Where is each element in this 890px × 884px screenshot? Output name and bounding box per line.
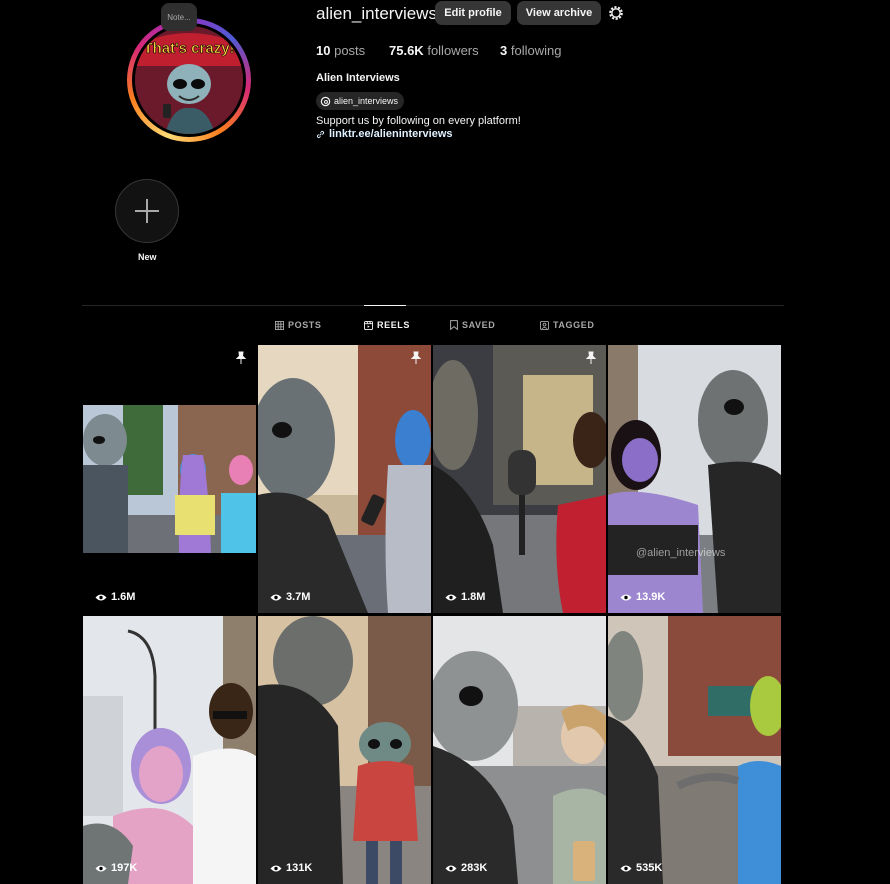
pin-icon [235,351,247,364]
tab-posts-label: POSTS [288,320,322,330]
new-highlight-button[interactable] [115,179,179,243]
eye-icon [445,865,457,871]
view-count: 535K [620,862,662,874]
eye-icon [270,865,282,871]
reel-thumbnail [608,616,781,884]
threads-badge[interactable]: alien_interviews [316,92,405,110]
pin-icon [585,351,597,364]
gear-icon[interactable] [606,3,626,23]
reel-thumbnail [608,345,781,613]
active-tab-indicator [364,305,406,306]
posts-count: 10 [316,43,331,58]
eye-icon [270,594,282,600]
following-stat[interactable]: 3 following [500,43,561,58]
reel-thumbnail [433,345,606,613]
view-count-value: 131K [286,862,313,874]
view-count: 1.8M [445,591,485,603]
view-count: 13.9K [620,591,665,603]
avatar-text: That's crazy! [143,40,234,57]
following-label: following [510,43,562,58]
following-count: 3 [500,43,508,58]
view-count-value: 1.6M [111,591,136,603]
eye-icon [620,594,632,600]
eye-icon [95,865,107,871]
view-count: 197K [95,862,137,874]
new-highlight-label: New [138,252,157,262]
view-count: 131K [270,862,312,874]
reel-tile[interactable]: 1.6M [83,345,256,613]
reel-thumbnail [258,616,431,884]
profile-full-name: Alien Interviews [316,72,400,84]
profile-username: alien_interviews [316,4,437,23]
reel-tile[interactable]: 283K [433,616,606,884]
view-count-value: 13.9K [636,591,666,603]
reel-thumbnail [433,616,606,884]
edit-profile-button[interactable]: Edit profile [435,1,511,25]
followers-stat[interactable]: 75.6K followers [389,43,479,58]
tab-saved[interactable]: SAVED [450,320,495,330]
view-count: 1.6M [95,591,135,603]
avatar-alien-illustration: That's crazy! [135,26,243,134]
tab-tagged-label: TAGGED [553,320,595,330]
note-bubble[interactable]: Note... [161,3,197,31]
reel-thumbnail [83,616,256,884]
tab-reels[interactable]: REELS [364,320,410,330]
tab-posts[interactable]: POSTS [275,320,322,330]
reel-thumbnail [258,345,431,613]
reel-tile[interactable]: 535K [608,616,781,884]
bookmark-icon [450,320,458,330]
view-count: 3.7M [270,591,310,603]
eye-icon [620,865,632,871]
posts-label: posts [334,43,366,58]
profile-link-text: linktr.ee/alieninterviews [329,128,453,140]
link-icon [316,130,325,138]
followers-label: followers [427,43,479,58]
profile-link[interactable]: linktr.ee/alieninterviews [316,128,453,140]
tab-reels-label: REELS [377,320,411,330]
view-archive-button[interactable]: View archive [517,1,601,25]
threads-icon [320,96,331,106]
reel-tile[interactable]: @alien_interviews 13.9K [608,345,781,613]
reel-thumbnail [83,405,256,553]
reel-watermark: @alien_interviews [636,547,726,559]
view-count-value: 3.7M [286,591,311,603]
reel-tile[interactable]: 131K [258,616,431,884]
reel-tile[interactable]: 3.7M [258,345,431,613]
avatar[interactable]: That's crazy! [132,23,246,137]
reel-tile[interactable]: 1.8M [433,345,606,613]
pin-icon [410,351,422,364]
eye-icon [95,594,107,600]
view-count-value: 1.8M [461,591,486,603]
reel-tile[interactable]: 197K [83,616,256,884]
tab-tagged[interactable]: TAGGED [540,320,594,330]
view-count: 283K [445,862,487,874]
tagged-icon [540,320,549,330]
view-count-value: 197K [111,862,138,874]
eye-icon [445,594,457,600]
threads-handle: alien_interviews [334,96,399,106]
view-count-value: 535K [636,862,663,874]
reels-icon [364,320,373,330]
profile-bio: Support us by following on every platfor… [316,115,521,127]
posts-stat: 10 posts [316,43,365,58]
followers-count: 75.6K [389,43,424,58]
tabs-divider [82,305,784,306]
plus-icon [135,199,159,223]
tab-saved-label: SAVED [462,320,496,330]
grid-icon [275,320,284,330]
view-count-value: 283K [461,862,488,874]
